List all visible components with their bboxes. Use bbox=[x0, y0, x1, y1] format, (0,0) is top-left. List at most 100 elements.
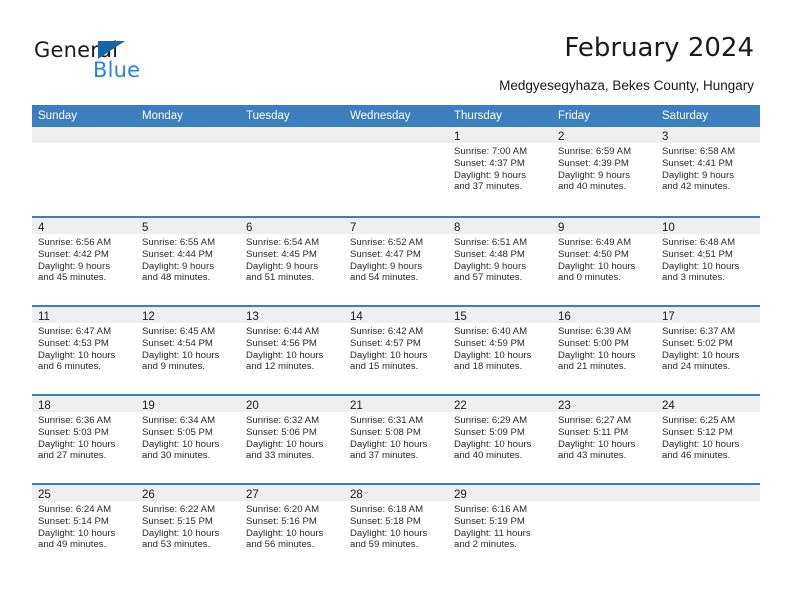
day-cell-4[interactable]: 4 Sunrise: 6:56 AM Sunset: 4:42 PM Daylight… bbox=[32, 218, 136, 305]
day-info-line: and 15 minutes. bbox=[350, 361, 419, 373]
day-number-band: 6 bbox=[240, 218, 344, 234]
day-info-line: Sunset: 4:39 PM bbox=[558, 157, 629, 169]
day-info-line: Sunrise: 6:44 AM bbox=[246, 326, 320, 337]
day-number-band: 4 bbox=[32, 218, 136, 234]
day-cell-2[interactable]: 2 Sunrise: 6:59 AM Sunset: 4:39 PM Daylight… bbox=[552, 127, 656, 216]
day-cell-27[interactable]: 27 Sunrise: 6:20 AM Sunset: 5:16 PM Dayligh… bbox=[240, 485, 344, 572]
day-cell-14[interactable]: 14 Sunrise: 6:42 AM Sunset: 4:57 PM Dayligh… bbox=[344, 307, 448, 394]
day-info-line: Sunrise: 6:31 AM bbox=[350, 415, 424, 426]
day-number: 17 bbox=[662, 311, 675, 323]
day-cell-19[interactable]: 19 Sunrise: 6:34 AM Sunset: 5:05 PM Dayligh… bbox=[136, 396, 240, 483]
day-cell-9[interactable]: 9 Sunrise: 6:49 AM Sunset: 4:50 PM Daylight… bbox=[552, 218, 656, 305]
day-cell-3[interactable]: 3 Sunrise: 6:58 AM Sunset: 4:41 PM Daylight… bbox=[656, 127, 760, 216]
day-info-line: Daylight: 10 hours bbox=[142, 349, 220, 361]
day-info-line: and 6 minutes. bbox=[38, 361, 101, 373]
day-number-band bbox=[240, 127, 344, 143]
weekday-header-friday: Friday bbox=[558, 110, 590, 122]
day-number: 13 bbox=[246, 311, 259, 323]
weekday-header-row: Sunday Monday Tuesday Wednesday Thursday Frid… bbox=[32, 105, 760, 127]
day-cell-empty bbox=[32, 127, 136, 216]
day-cell-26[interactable]: 26 Sunrise: 6:22 AM Sunset: 5:15 PM Dayligh… bbox=[136, 485, 240, 572]
day-number: 22 bbox=[454, 400, 467, 412]
day-info-line: and 2 minutes. bbox=[454, 539, 517, 551]
day-number: 12 bbox=[142, 311, 155, 323]
day-number-band: 27 bbox=[240, 485, 344, 501]
day-info-line: Sunset: 5:05 PM bbox=[142, 426, 213, 438]
day-cell-25[interactable]: 25 Sunrise: 6:24 AM Sunset: 5:14 PM Dayligh… bbox=[32, 485, 136, 572]
day-number-band: 28 bbox=[344, 485, 448, 501]
general-blue-logo[interactable]: General Blue bbox=[34, 38, 184, 84]
day-cell-12[interactable]: 12 Sunrise: 6:45 AM Sunset: 4:54 PM Dayligh… bbox=[136, 307, 240, 394]
day-info-line: Sunset: 5:18 PM bbox=[350, 515, 421, 527]
day-number-band: 14 bbox=[344, 307, 448, 323]
day-info-line: and 3 minutes. bbox=[662, 272, 725, 284]
day-info-line: and 49 minutes. bbox=[38, 539, 107, 551]
day-sun-info: Sunrise: 6:25 AM Sunset: 5:12 PM Daylight:… bbox=[656, 412, 760, 462]
day-number-band: 21 bbox=[344, 396, 448, 412]
day-info-line: Daylight: 10 hours bbox=[454, 349, 532, 361]
day-sun-info: Sunrise: 6:42 AM Sunset: 4:57 PM Daylight:… bbox=[344, 323, 448, 373]
day-cell-24[interactable]: 24 Sunrise: 6:25 AM Sunset: 5:12 PM Dayligh… bbox=[656, 396, 760, 483]
day-info-line: Sunset: 4:53 PM bbox=[38, 337, 109, 349]
day-info-line: and 40 minutes. bbox=[558, 181, 627, 193]
day-cell-empty bbox=[656, 485, 760, 572]
day-sun-info: Sunrise: 6:59 AM Sunset: 4:39 PM Daylight:… bbox=[552, 143, 656, 193]
day-info-line: Daylight: 10 hours bbox=[246, 349, 324, 361]
day-number: 6 bbox=[246, 222, 253, 234]
day-number: 11 bbox=[38, 311, 50, 323]
day-cell-empty bbox=[136, 127, 240, 216]
day-number-band: 24 bbox=[656, 396, 760, 412]
day-cell-1[interactable]: 1 Sunrise: 7:00 AM Sunset: 4:37 PM Daylight… bbox=[448, 127, 552, 216]
day-cell-17[interactable]: 17 Sunrise: 6:37 AM Sunset: 5:02 PM Dayligh… bbox=[656, 307, 760, 394]
day-cell-21[interactable]: 21 Sunrise: 6:31 AM Sunset: 5:08 PM Dayligh… bbox=[344, 396, 448, 483]
calendar-week-row: 25 Sunrise: 6:24 AM Sunset: 5:14 PM Dayligh… bbox=[32, 483, 760, 572]
day-cell-13[interactable]: 13 Sunrise: 6:44 AM Sunset: 4:56 PM Dayligh… bbox=[240, 307, 344, 394]
day-number: 1 bbox=[454, 131, 461, 143]
day-number-band: 26 bbox=[136, 485, 240, 501]
day-cell-15[interactable]: 15 Sunrise: 6:40 AM Sunset: 4:59 PM Dayligh… bbox=[448, 307, 552, 394]
day-info-line: Sunrise: 6:52 AM bbox=[350, 237, 424, 248]
day-number-band: 11 bbox=[32, 307, 136, 323]
day-info-line: and 18 minutes. bbox=[454, 361, 523, 373]
day-info-line: Daylight: 10 hours bbox=[454, 438, 532, 450]
day-cell-6[interactable]: 6 Sunrise: 6:54 AM Sunset: 4:45 PM Daylight… bbox=[240, 218, 344, 305]
day-info-line: Sunset: 5:02 PM bbox=[662, 337, 733, 349]
day-number: 9 bbox=[558, 222, 565, 234]
day-info-line: Daylight: 10 hours bbox=[38, 438, 116, 450]
calendar-week-row: 1 Sunrise: 7:00 AM Sunset: 4:37 PM Daylight… bbox=[32, 127, 760, 216]
day-cell-10[interactable]: 10 Sunrise: 6:48 AM Sunset: 4:51 PM Dayligh… bbox=[656, 218, 760, 305]
day-cell-16[interactable]: 16 Sunrise: 6:39 AM Sunset: 5:00 PM Dayligh… bbox=[552, 307, 656, 394]
day-info-line: Sunrise: 6:37 AM bbox=[662, 326, 736, 337]
day-cell-5[interactable]: 5 Sunrise: 6:55 AM Sunset: 4:44 PM Daylight… bbox=[136, 218, 240, 305]
day-cell-7[interactable]: 7 Sunrise: 6:52 AM Sunset: 4:47 PM Daylight… bbox=[344, 218, 448, 305]
day-info-line: Sunrise: 6:16 AM bbox=[454, 504, 528, 515]
day-sun-info: Sunrise: 6:31 AM Sunset: 5:08 PM Daylight:… bbox=[344, 412, 448, 462]
day-cell-28[interactable]: 28 Sunrise: 6:18 AM Sunset: 5:18 PM Dayligh… bbox=[344, 485, 448, 572]
day-sun-info: Sunrise: 6:29 AM Sunset: 5:09 PM Daylight:… bbox=[448, 412, 552, 462]
day-cell-23[interactable]: 23 Sunrise: 6:27 AM Sunset: 5:11 PM Dayligh… bbox=[552, 396, 656, 483]
day-cell-29[interactable]: 29 Sunrise: 6:16 AM Sunset: 5:19 PM Dayligh… bbox=[448, 485, 552, 572]
day-cell-22[interactable]: 22 Sunrise: 6:29 AM Sunset: 5:09 PM Dayligh… bbox=[448, 396, 552, 483]
day-info-line: Sunrise: 6:36 AM bbox=[38, 415, 112, 426]
day-number-band: 19 bbox=[136, 396, 240, 412]
day-cell-18[interactable]: 18 Sunrise: 6:36 AM Sunset: 5:03 PM Dayligh… bbox=[32, 396, 136, 483]
day-sun-info: Sunrise: 6:39 AM Sunset: 5:00 PM Daylight:… bbox=[552, 323, 656, 373]
day-cell-8[interactable]: 8 Sunrise: 6:51 AM Sunset: 4:48 PM Daylight… bbox=[448, 218, 552, 305]
day-cell-11[interactable]: 11 Sunrise: 6:47 AM Sunset: 4:53 PM Dayligh… bbox=[32, 307, 136, 394]
day-info-line: Sunset: 5:03 PM bbox=[38, 426, 109, 438]
day-number-band bbox=[656, 485, 760, 501]
day-info-line: Daylight: 9 hours bbox=[662, 169, 734, 181]
day-info-line: and 42 minutes. bbox=[662, 181, 731, 193]
calendar-grid: Sunday Monday Tuesday Wednesday Thursday Frid… bbox=[32, 105, 760, 572]
day-info-line: Sunrise: 6:20 AM bbox=[246, 504, 320, 515]
day-info-line: Sunrise: 6:27 AM bbox=[558, 415, 632, 426]
day-info-line: Sunrise: 6:40 AM bbox=[454, 326, 528, 337]
day-number-band: 10 bbox=[656, 218, 760, 234]
day-cell-20[interactable]: 20 Sunrise: 6:32 AM Sunset: 5:06 PM Dayligh… bbox=[240, 396, 344, 483]
page-title: February 2024 bbox=[564, 33, 754, 63]
day-info-line: and 37 minutes. bbox=[350, 450, 419, 462]
day-info-line: Daylight: 10 hours bbox=[350, 438, 428, 450]
day-info-line: Sunset: 5:12 PM bbox=[662, 426, 733, 438]
day-sun-info: Sunrise: 6:16 AM Sunset: 5:19 PM Daylight:… bbox=[448, 501, 552, 551]
day-sun-info: Sunrise: 6:37 AM Sunset: 5:02 PM Daylight:… bbox=[656, 323, 760, 373]
